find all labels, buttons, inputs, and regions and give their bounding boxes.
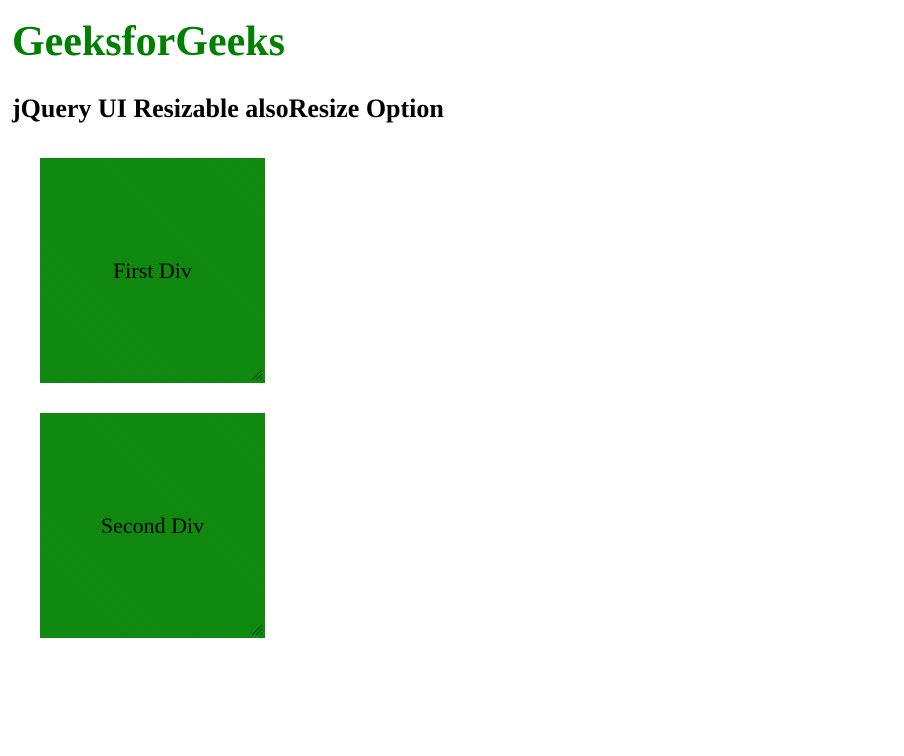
page-subtitle: jQuery UI Resizable alsoResize Option: [12, 94, 894, 124]
resize-handle-icon[interactable]: [249, 622, 263, 636]
first-div-label: First Div: [113, 258, 192, 284]
first-div-box[interactable]: First Div: [40, 158, 265, 383]
boxes-container: First Div Second Div: [40, 158, 894, 638]
page-title: GeeksforGeeks: [12, 18, 894, 66]
resize-handle-icon[interactable]: [249, 367, 263, 381]
second-div-label: Second Div: [101, 513, 204, 539]
second-div-box[interactable]: Second Div: [40, 413, 265, 638]
